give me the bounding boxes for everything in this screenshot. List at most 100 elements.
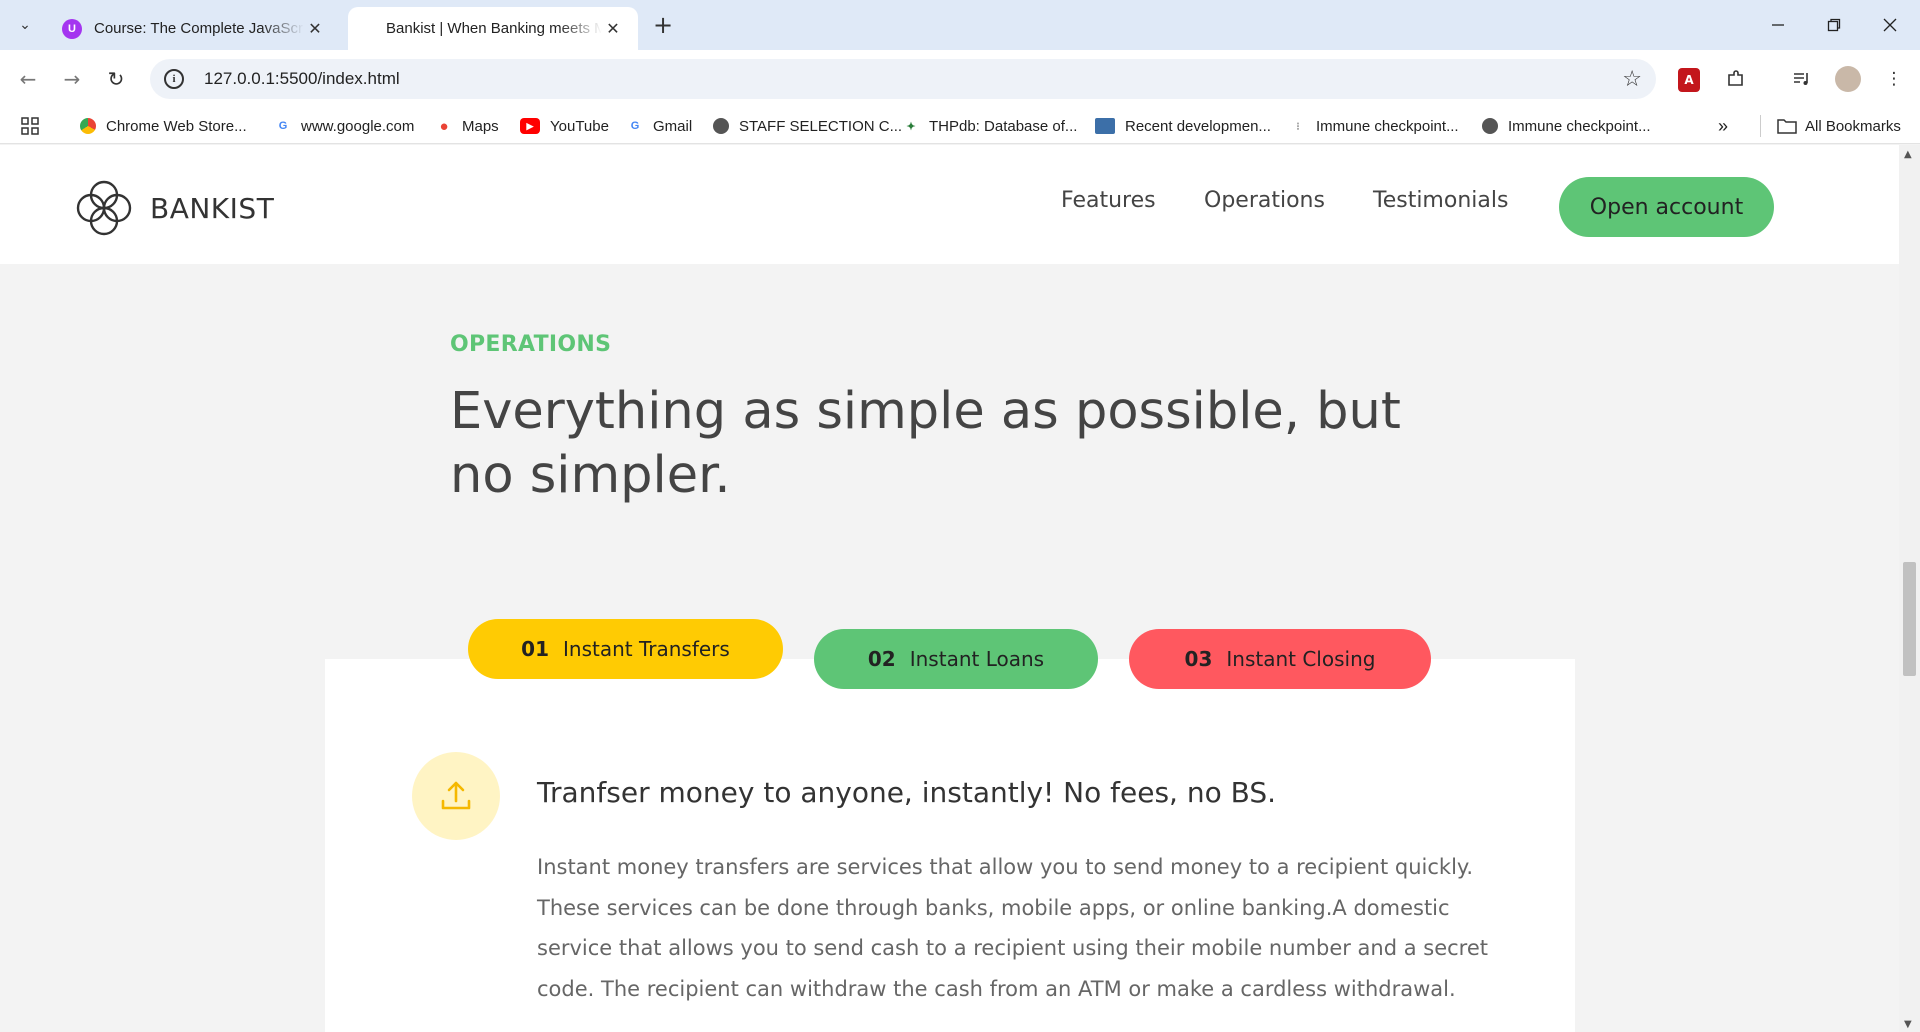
thpdb-icon: ✦ <box>906 120 916 133</box>
arrow-right-icon: → <box>63 67 81 91</box>
tab-title: Course: The Complete JavaScript Course 2… <box>94 20 304 37</box>
puzzle-icon <box>1728 70 1743 86</box>
close-icon[interactable]: ✕ <box>304 19 326 39</box>
nav-link-features[interactable]: Features <box>1061 188 1156 213</box>
article-icon <box>1095 118 1115 134</box>
address-bar[interactable]: i 127.0.0.1:5500/index.html ☆ <box>150 59 1656 99</box>
bookmark-label: YouTube <box>550 117 609 135</box>
apps-grid-icon[interactable] <box>20 115 40 137</box>
bookmark-label: www.google.com <box>301 117 415 135</box>
bookmark-item[interactable]: Chrome Web Store... <box>80 115 247 137</box>
upload-icon <box>441 781 471 810</box>
tab-instant-closing[interactable]: 03 Instant Closing <box>1129 629 1431 689</box>
tab-label: Instant Closing <box>1226 647 1376 671</box>
bookmark-item[interactable]: G Gmail <box>627 115 692 137</box>
udemy-icon: U <box>62 18 82 39</box>
url-text[interactable]: 127.0.0.1:5500/index.html <box>204 69 400 89</box>
forward-button[interactable]: → <box>57 64 87 94</box>
restore-icon <box>1827 18 1841 32</box>
page-scrollbar[interactable]: ▲ ▼ <box>1899 145 1920 1032</box>
tab-label: Instant Transfers <box>563 637 730 661</box>
minimize-button[interactable] <box>1750 0 1806 50</box>
site-info-icon[interactable]: i <box>164 69 184 89</box>
bookmark-label: Immune checkpoint... <box>1508 117 1651 135</box>
browser-tab-strip: ⌄ U Course: The Complete JavaScript Cour… <box>0 0 1920 50</box>
double-chevron-right-icon: » <box>1718 115 1729 136</box>
operation-description: Instant money transfers are services tha… <box>537 855 1489 1001</box>
bookmark-label: Recent developmen... <box>1125 117 1271 135</box>
tab-number: 03 <box>1184 647 1213 671</box>
minimize-icon <box>1772 24 1784 26</box>
back-button[interactable]: ← <box>13 64 43 94</box>
all-bookmarks-label: All Bookmarks <box>1805 117 1901 135</box>
reload-icon: ↻ <box>107 67 125 91</box>
media-control-icon[interactable] <box>1788 65 1816 93</box>
bookmark-label: STAFF SELECTION C... <box>739 117 903 135</box>
bankist-logo[interactable]: BANKIST <box>74 178 274 238</box>
close-window-button[interactable] <box>1862 0 1918 50</box>
globe-icon <box>1482 118 1498 134</box>
playlist-icon <box>1794 73 1808 85</box>
scroll-down-arrow-icon[interactable]: ▼ <box>1904 1019 1912 1030</box>
new-tab-button[interactable]: + <box>648 10 678 40</box>
bookmark-label: THPdb: Database of... <box>929 117 1078 135</box>
chevron-down-icon: ⌄ <box>19 17 31 33</box>
logo-text: BANKIST <box>150 191 275 225</box>
bookmark-label: Immune checkpoint... <box>1316 117 1459 135</box>
bookmark-item[interactable]: G www.google.com <box>275 115 415 137</box>
extensions-puzzle-icon[interactable] <box>1722 65 1750 93</box>
menu-kebab-icon[interactable]: ⋮ <box>1880 65 1908 93</box>
bookmark-item[interactable]: Immune checkpoint... <box>1482 115 1651 137</box>
globe-icon <box>713 118 729 134</box>
tab-label: Instant Loans <box>909 647 1045 671</box>
bookmark-item[interactable]: ● Maps <box>436 115 499 137</box>
tab-instant-loans[interactable]: 02 Instant Loans <box>814 629 1098 689</box>
tab-number: 01 <box>521 637 550 661</box>
grid-icon <box>21 117 39 135</box>
google-icon: G <box>630 120 640 132</box>
tab-course[interactable]: U Course: The Complete JavaScript Course… <box>48 7 340 50</box>
scroll-up-arrow-icon[interactable]: ▲ <box>1904 149 1912 160</box>
bookmark-item[interactable]: ▶ YouTube <box>520 115 609 137</box>
bookmark-label: Maps <box>462 117 499 135</box>
google-icon: G <box>278 120 288 132</box>
section-title: Everything as simple as possible, but no… <box>450 382 1401 505</box>
tab-instant-transfers[interactable]: 01 Instant Transfers <box>468 619 783 679</box>
scrollbar-thumb[interactable] <box>1903 562 1916 676</box>
restore-button[interactable] <box>1806 0 1862 50</box>
chrome-store-icon <box>80 118 96 134</box>
pdf-extension-icon[interactable]: A <box>1678 68 1700 92</box>
bankist-logo-icon <box>76 180 132 236</box>
bookmark-item[interactable]: STAFF SELECTION C... <box>713 115 902 137</box>
nav-link-testimonials[interactable]: Testimonials <box>1373 188 1508 213</box>
article-icon: ⁝ <box>1296 120 1300 133</box>
close-icon <box>1883 18 1897 32</box>
youtube-icon: ▶ <box>520 118 540 134</box>
tab-bankist[interactable]: Bankist | When Banking meets Minimalist … <box>348 7 638 50</box>
reload-button[interactable]: ↻ <box>101 64 131 94</box>
page-viewport: BANKIST Features Operations Testimonials… <box>0 145 1899 1032</box>
section-label: OPERATIONS <box>450 332 612 357</box>
bookmarks-bar: Chrome Web Store... G www.google.com ● M… <box>0 108 1920 144</box>
nav-link-operations[interactable]: Operations <box>1204 188 1325 213</box>
operation-icon-circle <box>412 752 500 840</box>
bookmark-item[interactable]: Recent developmen... <box>1095 115 1271 137</box>
open-account-button[interactable]: Open account <box>1559 177 1774 237</box>
bookmark-label: Gmail <box>653 117 693 135</box>
operation-heading: Tranfser money to anyone, instantly! No … <box>537 776 1277 809</box>
browser-toolbar: ← → ↻ i 127.0.0.1:5500/index.html ☆ A ⋮ <box>0 50 1920 108</box>
bookmark-star-icon[interactable]: ☆ <box>1622 67 1642 92</box>
bookmark-label: Chrome Web Store... <box>106 117 247 135</box>
folder-icon <box>1777 119 1797 134</box>
maps-icon: ● <box>439 117 449 135</box>
bookmark-item[interactable]: ✦ THPdb: Database of... <box>903 115 1077 137</box>
all-bookmarks-button[interactable]: All Bookmarks <box>1760 115 1901 137</box>
bookmark-item[interactable]: ⁝ Immune checkpoint... <box>1290 115 1459 137</box>
close-icon[interactable]: ✕ <box>602 19 624 39</box>
profile-avatar[interactable] <box>1835 66 1861 92</box>
tab-search-button[interactable]: ⌄ <box>10 10 40 40</box>
site-header: BANKIST Features Operations Testimonials… <box>0 145 1899 264</box>
more-bookmarks-button[interactable]: » <box>1718 115 1728 137</box>
tab-title: Bankist | When Banking meets Minimalist <box>386 20 602 37</box>
tab-number: 02 <box>867 647 896 671</box>
